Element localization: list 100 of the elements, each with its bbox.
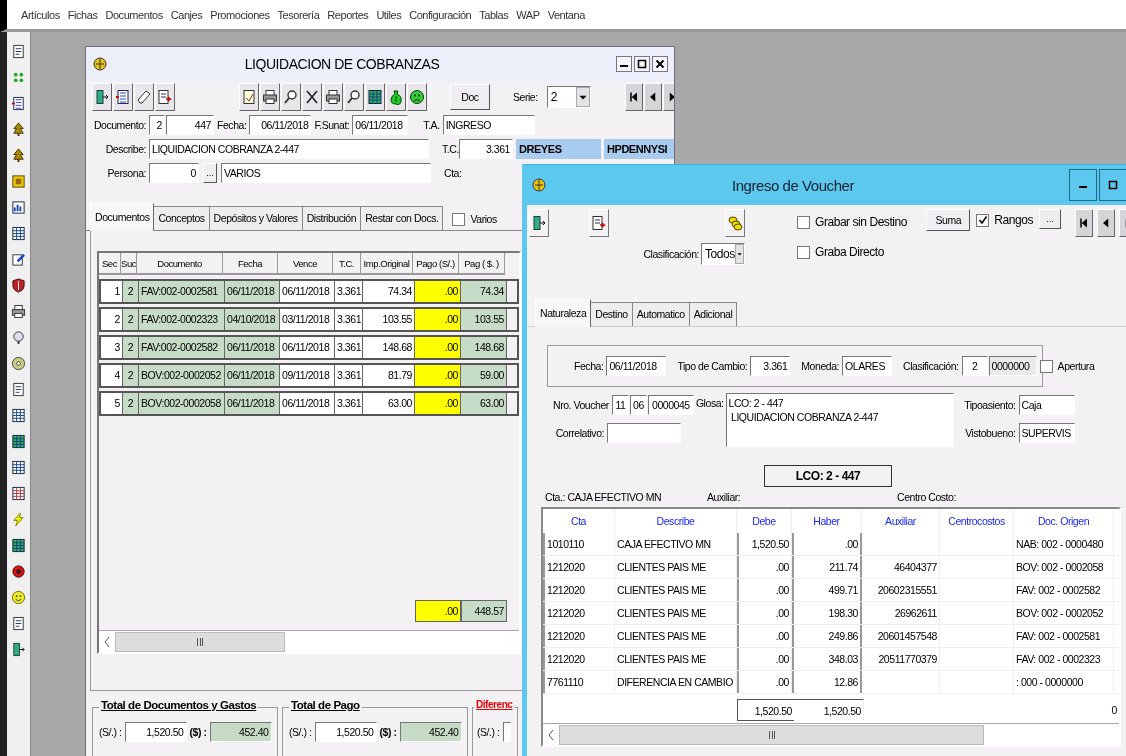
- menu-item[interactable]: Fichas: [67, 8, 98, 21]
- table-cell: 06/11/2018: [280, 281, 335, 302]
- tab[interactable]: Adicional: [688, 302, 738, 326]
- table-cell: 20602315551: [862, 579, 940, 601]
- table-cell: .00: [737, 602, 792, 624]
- table-cell: 03/11/2018: [280, 309, 335, 330]
- table-cell: 1212020: [543, 625, 615, 647]
- menu-item[interactable]: Promociones: [210, 8, 270, 21]
- date-field[interactable]: 06/11/2018: [606, 356, 667, 376]
- date-field[interactable]: 06/11/2018: [249, 115, 312, 135]
- glosa-field[interactable]: LCO: 2 - 447 LIQUIDACION COBRANZA 2-447: [725, 393, 954, 447]
- table-cell: 74.34: [461, 281, 507, 302]
- table-cell: 3.361: [335, 393, 363, 414]
- table-cell: 1: [101, 281, 123, 302]
- dollars-label: ($) :: [188, 726, 208, 738]
- menu-item[interactable]: Tesorería: [277, 8, 320, 21]
- document-number-field[interactable]: 447: [166, 115, 214, 135]
- table-cell: 06/11/2018: [225, 365, 280, 386]
- table-cell: FAV:002-0002323: [139, 309, 225, 330]
- table-cell: 7761110: [543, 671, 615, 693]
- tab[interactable]: Naturaleza: [535, 299, 592, 327]
- tab[interactable]: Documentos: [90, 203, 155, 231]
- table-cell: BOV:002-0002052: [139, 365, 225, 386]
- column-header: Centrocostos: [940, 509, 1014, 533]
- centro-costo-label: Centro Costo:: [896, 491, 957, 503]
- table-cell: 211.74: [792, 556, 862, 578]
- table-cell: CAJA EFECTIVO MN: [615, 533, 737, 555]
- apertura-label: Apertura: [1056, 360, 1096, 372]
- column-header: Sec: [99, 253, 121, 275]
- menu-item[interactable]: Ventana: [547, 8, 585, 21]
- exchange-rate-field[interactable]: 3.361: [750, 356, 791, 376]
- voucher-number-field[interactable]: 06: [629, 395, 647, 415]
- tab[interactable]: Conceptos: [153, 206, 210, 230]
- column-header: Imp.Original: [361, 253, 413, 275]
- varios-label: Varios: [469, 213, 498, 225]
- table-cell: .00: [737, 625, 792, 647]
- table-cell: 499.71: [792, 579, 862, 601]
- describe-field[interactable]: LIQUIDACION COBRANZA 2-447: [149, 139, 429, 159]
- column-header: Suc: [121, 253, 137, 275]
- table-cell: 2: [123, 337, 139, 358]
- voucher-number-field[interactable]: 11: [611, 395, 629, 415]
- menu-item[interactable]: Reportes: [327, 8, 369, 21]
- describe-label: Describe:: [104, 143, 147, 155]
- soles-label: (S/.) :: [288, 726, 313, 738]
- glosa-label: Glosa:: [694, 397, 725, 411]
- table-cell: FAV: 002 - 0002582: [1014, 579, 1114, 601]
- document-series-field[interactable]: 2: [149, 115, 165, 135]
- table-cell: NAB: 002 - 0000480: [1014, 533, 1114, 555]
- total-cell-text: 0: [1110, 703, 1118, 718]
- table-cell: 3.361: [335, 365, 363, 386]
- moneda-label: Moneda:: [800, 360, 841, 372]
- menu-item[interactable]: WAP: [516, 8, 540, 21]
- table-cell: .00: [792, 533, 862, 555]
- voucher-number-field[interactable]: 0000045: [647, 395, 694, 415]
- menu-item[interactable]: Documentos: [105, 8, 163, 21]
- tab[interactable]: Automatico: [631, 302, 690, 326]
- table-cell: BOV: 002 - 0002058: [1014, 556, 1114, 578]
- table-cell: 1212020: [543, 556, 615, 578]
- dollars-total-field: 452.40: [399, 722, 462, 742]
- correlativo-label: Correlativo:: [554, 427, 605, 439]
- browse-button[interactable]: ...: [203, 163, 217, 183]
- serie-dropdown[interactable]: 2: [546, 86, 591, 108]
- doc-button[interactable]: Doc: [450, 84, 490, 110]
- column-header: Describe: [615, 509, 737, 533]
- account-label: Cta.: CAJA EFECTIVO MN: [544, 491, 663, 503]
- more-button[interactable]: ...: [1039, 209, 1061, 229]
- persona-name-field[interactable]: VARIOS: [221, 163, 431, 183]
- clasificacion-dropdown[interactable]: Todos: [701, 243, 745, 265]
- exchange-rate-field[interactable]: 3.361: [459, 139, 513, 159]
- tab[interactable]: Depósitos y Valores: [208, 206, 303, 230]
- sunat-date-field[interactable]: 06/11/2018: [352, 115, 409, 135]
- soles-total-field: 1,520.50: [124, 722, 187, 742]
- table-cell: 348.03: [792, 648, 862, 670]
- window-title: LIQUIDACION DE COBRANZAS: [243, 56, 441, 72]
- menu-item[interactable]: Utiles: [376, 8, 402, 21]
- fecha-label: Fecha:: [573, 360, 605, 372]
- menu-item[interactable]: Tablas: [479, 8, 509, 21]
- table-cell: 5: [101, 393, 123, 414]
- menu-item[interactable]: Artículos: [21, 8, 60, 21]
- table-cell: 81.79: [363, 365, 415, 386]
- menu-item[interactable]: Configuración: [409, 8, 472, 21]
- tipo-cambio-label: Tipo de Cambio:: [676, 360, 749, 372]
- dollars-label: ($) :: [378, 726, 398, 738]
- vistobueno-field[interactable]: SUPERVIS: [1018, 423, 1075, 443]
- suma-button[interactable]: Suma: [926, 209, 971, 231]
- clasificacion-label: Clasificación:: [642, 248, 700, 260]
- tab[interactable]: Restar con Docs.: [360, 206, 444, 230]
- tab[interactable]: Destino: [590, 302, 633, 326]
- column-header: Haber: [792, 509, 862, 533]
- menu-item[interactable]: Canjes: [170, 8, 203, 21]
- ta-field[interactable]: INGRESO: [442, 115, 535, 135]
- table-cell: CLIENTES PAIS ME: [615, 625, 737, 647]
- table-cell: 20601457548: [862, 625, 940, 647]
- auxiliar-label: Auxiliar:: [706, 491, 742, 503]
- persona-code-field[interactable]: 0: [149, 163, 199, 183]
- tipoasiento-field[interactable]: Caja: [1018, 395, 1075, 415]
- classification-code-field[interactable]: 2: [961, 356, 988, 376]
- tipoasiento-label: Tipoasiento:: [963, 399, 1017, 411]
- tab[interactable]: Distribución: [301, 206, 362, 230]
- currency-field[interactable]: OLARES: [842, 356, 893, 376]
